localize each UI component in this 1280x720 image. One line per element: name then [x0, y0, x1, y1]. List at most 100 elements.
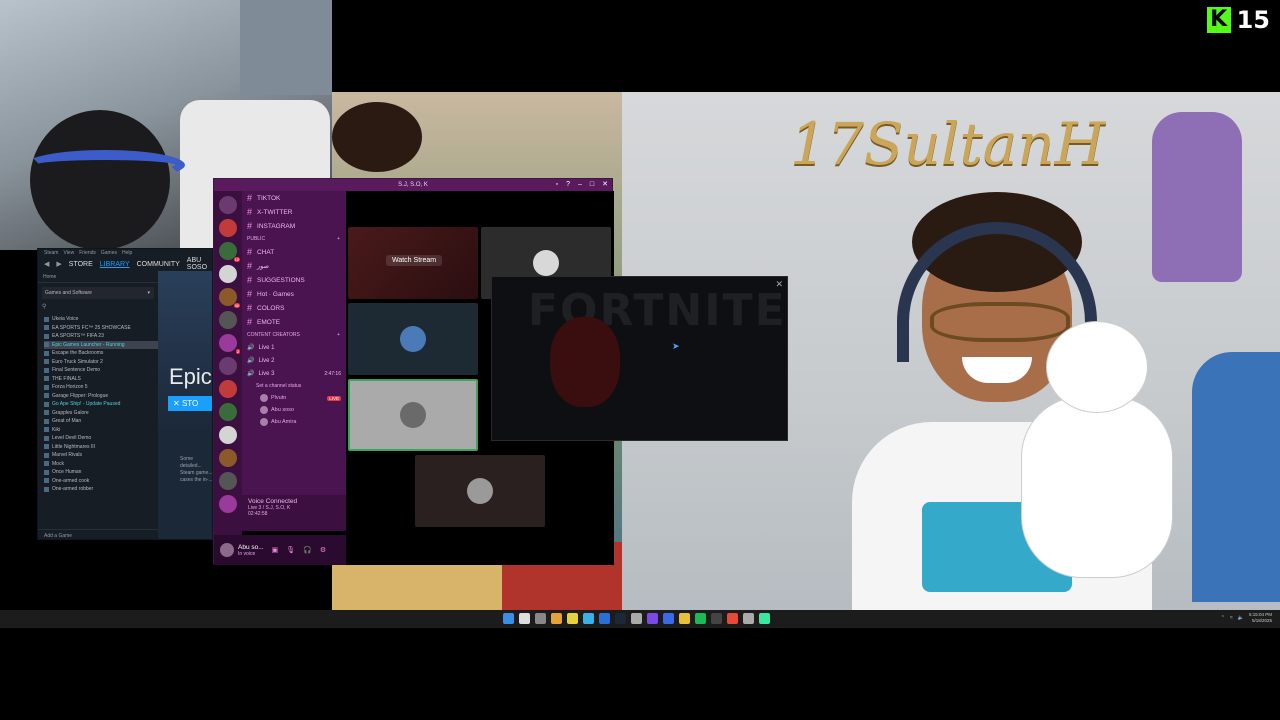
taskbar-obs-icon[interactable] — [711, 613, 722, 624]
steam-window[interactable]: Steam View Friends Games Help ◀ ▶ STORE … — [37, 248, 213, 540]
voice-user[interactable]: Plvutn LIVE — [242, 392, 346, 404]
watch-stream-button[interactable]: Watch Stream — [386, 255, 443, 266]
close-icon[interactable]: ✕ — [602, 179, 608, 191]
steam-nav-community[interactable]: COMMUNITY — [137, 261, 180, 268]
steam-nav-profile[interactable]: ABU SOSO — [187, 257, 212, 271]
taskbar-discord-icon[interactable] — [647, 613, 658, 624]
taskbar-chrome-icon[interactable] — [727, 613, 738, 624]
server-icon[interactable] — [219, 426, 237, 444]
steam-game-item[interactable]: EA SPORTS FC™ 25 SHOWCASE — [44, 324, 158, 333]
volume-icon[interactable]: 🔈 — [1238, 615, 1244, 621]
taskbar-clock[interactable]: 5:15:04 PM 5/18/2025 — [1249, 612, 1272, 624]
category-public[interactable]: PUBLIC + — [242, 233, 346, 245]
taskbar-search-icon[interactable] — [519, 613, 530, 624]
participant-tile[interactable] — [415, 455, 545, 527]
server-icon[interactable] — [219, 311, 237, 329]
server-icon[interactable] — [219, 403, 237, 421]
wifi-icon[interactable]: ≈ — [1230, 615, 1233, 621]
search-icon[interactable]: ⚲ — [42, 303, 154, 313]
channel-hot-games[interactable]: # Hot · Games — [242, 287, 346, 301]
help-icon[interactable]: ? — [566, 179, 570, 191]
voice-user[interactable]: Abu soso — [242, 404, 346, 416]
plus-icon[interactable]: + — [337, 329, 340, 341]
taskbar-settings-icon[interactable] — [631, 613, 642, 624]
steam-game-item[interactable]: Forza Horizon 5 — [44, 383, 158, 392]
taskbar-network-icon[interactable] — [759, 613, 770, 624]
category-content-creators[interactable]: CONTENT CREATORS + — [242, 329, 346, 341]
server-icon[interactable] — [219, 196, 237, 214]
headphones-icon[interactable]: 🎧 — [303, 546, 312, 554]
steam-game-item[interactable]: Final Sentence Demo — [44, 366, 158, 375]
microphone-icon[interactable]: 🎙 — [286, 546, 295, 554]
back-arrow-icon[interactable]: ◀ — [44, 260, 49, 268]
steam-menu-view[interactable]: View — [63, 249, 74, 257]
channel-emote[interactable]: # EMOTE — [242, 315, 346, 329]
server-icon[interactable] — [219, 495, 237, 513]
steam-game-item[interactable]: Little Nightmares III — [44, 443, 158, 452]
steam-game-item[interactable]: EA SPORTS™ FIFA 23 — [44, 332, 158, 341]
steam-home-link[interactable]: Home — [38, 271, 158, 283]
server-icon[interactable] — [219, 265, 237, 283]
taskbar-mail-icon[interactable] — [663, 613, 674, 624]
steam-nav-library[interactable]: LIBRARY — [100, 261, 130, 268]
stream-popout-window[interactable]: FORTNITE ✕ ➤ — [491, 276, 788, 441]
steam-game-item[interactable]: Go Ape Ship! - Update Paused — [44, 400, 158, 409]
plus-icon[interactable]: + — [337, 233, 340, 245]
server-icon[interactable] — [219, 449, 237, 467]
voice-channel-live-3[interactable]: 🔊 Live 3 2:47:16 — [242, 367, 346, 380]
server-icon[interactable]: 2 — [219, 334, 240, 354]
channel-instagram[interactable]: # INSTAGRAM — [242, 219, 346, 233]
steam-game-item[interactable]: Ukeia Voice — [44, 315, 158, 324]
steam-game-item[interactable]: One-armed robber — [44, 485, 158, 494]
steam-menu-steam[interactable]: Steam — [44, 249, 58, 257]
channel-tiktok[interactable]: # TIKTOK — [242, 191, 346, 205]
voice-status-prompt[interactable]: Set a channel status — [242, 380, 346, 392]
inbox-icon[interactable]: ▫ — [556, 179, 558, 191]
server-icon[interactable] — [219, 219, 237, 237]
channel-colors[interactable]: # COLORS — [242, 301, 346, 315]
voice-user[interactable]: Abu Amira — [242, 416, 346, 428]
taskbar-file-icon[interactable] — [551, 613, 562, 624]
chevron-up-icon[interactable]: ⌃ — [1221, 615, 1225, 621]
steam-game-item[interactable]: Euro Truck Simulator 2 — [44, 358, 158, 367]
steam-game-item[interactable]: THE FINALS — [44, 375, 158, 384]
taskbar-task-view-icon[interactable] — [535, 613, 546, 624]
voice-channel-live-1[interactable]: 🔊 Live 1 — [242, 341, 346, 354]
steam-add-game-button[interactable]: Add a Game — [38, 529, 158, 539]
channel-suggestions[interactable]: # SUGGESTIONS — [242, 273, 346, 287]
steam-game-item[interactable]: Mock — [44, 460, 158, 469]
steam-menu-help[interactable]: Help — [122, 249, 132, 257]
steam-game-item[interactable]: One-armed cook — [44, 477, 158, 486]
forward-arrow-icon[interactable]: ▶ — [56, 260, 61, 268]
steam-game-item[interactable]: Garage Flipper: Prologue — [44, 392, 158, 401]
steam-nav-store[interactable]: STORE — [69, 261, 93, 268]
server-icon[interactable] — [219, 357, 237, 375]
minimize-icon[interactable]: – — [578, 179, 582, 191]
steam-library-filter[interactable]: Games and Software ▾ — [42, 287, 154, 299]
server-icon[interactable] — [219, 380, 237, 398]
server-icon[interactable]: 10 — [219, 242, 240, 262]
channel-chat[interactable]: # CHAT — [242, 245, 346, 259]
maximize-icon[interactable]: □ — [590, 179, 594, 191]
taskbar-windows-icon[interactable] — [503, 613, 514, 624]
steam-game-item[interactable]: Escape the Backrooms — [44, 349, 158, 358]
server-icon[interactable] — [219, 472, 237, 490]
steam-game-item[interactable]: Marvel Rivals — [44, 451, 158, 460]
participant-tile-speaking[interactable] — [348, 379, 478, 451]
stream-tile-watch[interactable]: Watch Stream — [348, 227, 478, 299]
taskbar-edge-icon[interactable] — [583, 613, 594, 624]
steam-game-item[interactable]: Epic Games Launcher - Running — [44, 340, 158, 349]
steam-menu-friends[interactable]: Friends — [79, 249, 96, 257]
taskbar-explorer-icon[interactable] — [679, 613, 690, 624]
taskbar-store-icon[interactable] — [567, 613, 578, 624]
taskbar-steam-icon[interactable] — [615, 613, 626, 624]
steam-game-item[interactable]: Grapples Galore — [44, 409, 158, 418]
taskbar-gear-icon[interactable] — [743, 613, 754, 624]
voice-channel-live-2[interactable]: 🔊 Live 2 — [242, 354, 346, 367]
steam-game-item[interactable]: Great of Man — [44, 417, 158, 426]
steam-store-button[interactable]: ✕ STO — [168, 396, 212, 411]
steam-menu-games[interactable]: Games — [101, 249, 117, 257]
taskbar-spotify-icon[interactable] — [695, 613, 706, 624]
avatar[interactable] — [220, 543, 234, 557]
channel-images[interactable]: # صور — [242, 259, 346, 273]
